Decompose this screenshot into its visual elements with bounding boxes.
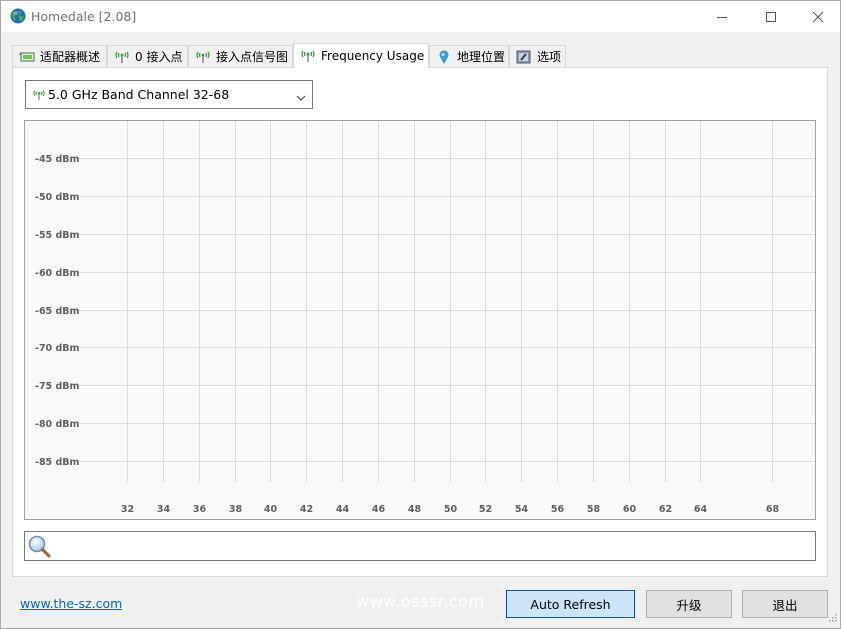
search-input[interactable]: [55, 535, 809, 559]
tab-strip: 适配器概述 0 接入点 接入点信号图 Frequency Usage 地理位置: [12, 43, 832, 68]
x-tick-label: 60: [623, 504, 637, 515]
x-tick-label: 62: [659, 504, 672, 515]
tab-frequency-usage[interactable]: Frequency Usage: [293, 43, 429, 68]
x-tick-label: 46: [372, 504, 386, 515]
tab-label: 0 接入点: [135, 50, 183, 64]
y-tick-label: -50 dBm: [35, 192, 80, 203]
y-tick-label: -55 dBm: [35, 230, 80, 241]
x-tick-label: 48: [408, 504, 422, 515]
website-link[interactable]: www.the-sz.com: [20, 596, 122, 611]
y-tick-label: -70 dBm: [35, 343, 80, 354]
y-tick-label: -60 dBm: [35, 268, 80, 279]
map-pin-icon: [436, 49, 452, 64]
antenna-icon: [195, 50, 211, 64]
title-bar: Homedale [2.08]: [1, 1, 840, 32]
window-title: Homedale [2.08]: [31, 9, 137, 24]
antenna-icon: [300, 49, 316, 63]
options-icon: [516, 50, 532, 64]
x-tick-label: 38: [229, 504, 243, 515]
network-card-icon: [19, 50, 35, 64]
x-tick-label: 64: [694, 504, 708, 515]
upgrade-button[interactable]: 升级: [646, 590, 732, 618]
tab-label: 接入点信号图: [216, 50, 289, 64]
y-tick-label: -75 dBm: [35, 381, 80, 392]
globe-icon: [10, 8, 26, 24]
search-field[interactable]: [24, 531, 816, 561]
dropdown-value: 5.0 GHz Band Channel 32-68: [48, 87, 230, 102]
antenna-icon: [114, 50, 130, 64]
auto-refresh-button[interactable]: Auto Refresh: [506, 590, 635, 618]
x-tick-label: 58: [587, 504, 601, 515]
close-icon: [812, 11, 824, 22]
x-tick-label: 54: [515, 504, 529, 515]
x-tick-label: 52: [479, 504, 492, 515]
close-button[interactable]: [795, 1, 841, 32]
chevron-down-icon: [296, 91, 306, 105]
tab-adapter-overview[interactable]: 适配器概述: [12, 45, 107, 67]
chart-canvas: -45 dBm -50 dBm -55 dBm -60 dBm -65 dBm -70 d…: [35, 121, 815, 515]
y-tick-label: -45 dBm: [35, 154, 80, 165]
x-tick-label: 40: [264, 504, 278, 515]
maximize-icon: [766, 11, 776, 22]
tab-access-points[interactable]: 0 接入点: [107, 45, 188, 67]
tab-label: 地理位置: [457, 50, 506, 64]
x-tick-label: 68: [766, 504, 780, 515]
band-channel-dropdown[interactable]: 5.0 GHz Band Channel 32-68: [25, 80, 313, 109]
x-tick-label: 36: [193, 504, 207, 515]
x-tick-label: 32: [121, 504, 134, 515]
app-window: Homedale [2.08] 适配器概述 0 接入点 接入点信号图 Frequ…: [0, 0, 841, 629]
minimize-button[interactable]: [699, 1, 745, 32]
tab-label: Frequency Usage: [321, 49, 425, 63]
frequency-chart: -45 dBm -50 dBm -55 dBm -60 dBm -65 dBm -70 d…: [24, 120, 816, 520]
y-tick-label: -85 dBm: [35, 457, 80, 468]
tab-options[interactable]: 选项: [509, 45, 566, 67]
resize-grip-icon[interactable]: [829, 611, 837, 625]
x-tick-label: 34: [157, 504, 171, 515]
watermark-text: www.osssr.com: [356, 592, 485, 611]
magnifier-icon: [27, 534, 53, 561]
x-tick-label: 42: [300, 504, 313, 515]
tab-location[interactable]: 地理位置: [429, 45, 509, 67]
tab-label: 选项: [537, 50, 562, 64]
antenna-icon: [32, 89, 46, 101]
tab-label: 适配器概述: [40, 50, 101, 64]
x-tick-label: 50: [444, 504, 458, 515]
y-tick-label: -65 dBm: [35, 306, 80, 317]
tab-signal-graph[interactable]: 接入点信号图: [188, 45, 293, 67]
exit-button[interactable]: 退出: [742, 590, 828, 618]
frequency-usage-panel: 5.0 GHz Band Channel 32-68 -45 dBm -50 dB…: [12, 67, 828, 577]
maximize-button[interactable]: [748, 1, 794, 32]
y-tick-label: -80 dBm: [35, 419, 80, 430]
x-tick-label: 56: [551, 504, 565, 515]
minimize-icon: [717, 16, 727, 18]
x-tick-label: 44: [336, 504, 350, 515]
